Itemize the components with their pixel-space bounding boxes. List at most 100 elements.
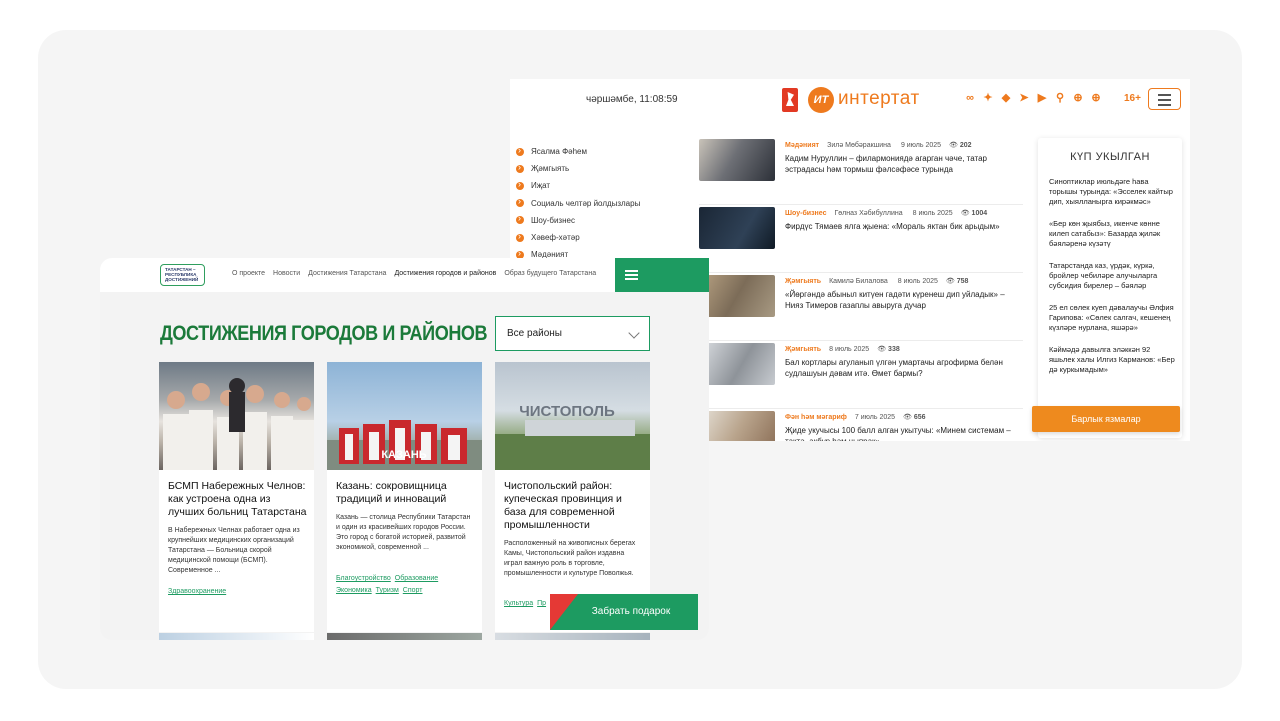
news-category[interactable]: Мәдәният — [785, 142, 819, 149]
tag-link[interactable]: Спорт — [403, 587, 423, 594]
news-item[interactable]: Җәмгыять 8 июль 2025 👁 338 Бал кортлары аг… — [699, 341, 1023, 409]
intertat-header: чәршәмбе, 11:08:59 ИТ интертат ∞ ✦ ◆ ➤ ▶… — [510, 79, 1190, 121]
news-views: 202 — [959, 142, 972, 149]
news-item[interactable]: Фән һәм мәгариф 7 июль 2025 👁 656 Җиде уку… — [699, 409, 1023, 441]
district-select[interactable]: Все районы — [495, 316, 650, 351]
card-image[interactable]: ЧИСТОПОЛЬ — [495, 362, 650, 470]
popular-item[interactable]: Кәймәдә давылга эләккән 92 яшьлек халы И… — [1049, 345, 1175, 375]
next-card-image[interactable] — [159, 633, 314, 640]
menu-button[interactable] — [1148, 88, 1181, 110]
nav-link-future[interactable]: Образ будущего Татарстана — [504, 270, 596, 277]
tatarstan-logo[interactable]: ТАТАРСТАН – РЕСПУБЛИКА ДОСТИЖЕНИЙ — [160, 264, 205, 286]
tatarstan-window: ТАТАРСТАН – РЕСПУБЛИКА ДОСТИЖЕНИЙ О прое… — [100, 258, 709, 640]
gift-button[interactable]: Забрать подарок — [550, 594, 698, 630]
nav-link-news[interactable]: Новости — [273, 270, 300, 277]
news-title[interactable]: Җиде укучысы 100 балл алган укытучы: «Ми… — [785, 426, 1021, 441]
achievement-card[interactable]: ЧИСТОПОЛЬ Чистопольский район: купеческа… — [495, 362, 650, 632]
news-author[interactable]: Зилә Мөбәракшина — [827, 142, 891, 149]
card-title[interactable]: Казань: сокровищница традиций и инноваци… — [336, 480, 476, 506]
news-thumbnail[interactable] — [699, 275, 775, 317]
news-item[interactable]: Шоу-бизнес Гөлназ Хәбибуллина 8 июль 2025 👁… — [699, 205, 1023, 273]
news-author[interactable]: Камилә Билалова — [829, 278, 888, 285]
menu-button[interactable] — [615, 258, 709, 292]
plus-icon[interactable]: ⊕ — [1072, 92, 1084, 104]
news-category[interactable]: Шоу-бизнес — [785, 210, 826, 217]
plus-icon[interactable]: ⊕ — [1090, 92, 1102, 104]
nav-item[interactable]: Социаль челтәр йолдызлары — [516, 195, 640, 212]
tag-link[interactable]: Здравоохранение — [168, 588, 226, 595]
next-card-image[interactable] — [327, 633, 482, 640]
news-thumbnail[interactable] — [699, 343, 775, 385]
tag-link[interactable]: Пр — [537, 600, 546, 607]
tag-link[interactable]: Культура — [504, 600, 533, 607]
menu-line — [625, 270, 638, 272]
kremlin-logo-icon[interactable] — [782, 88, 798, 112]
next-card-image[interactable] — [495, 633, 650, 640]
popular-heading: КҮП УКЫЛГАН — [1070, 151, 1150, 163]
news-meta: Җәмгыять Камилә Билалова 8 июль 2025 👁 758 — [785, 277, 968, 285]
card-image[interactable] — [159, 362, 314, 470]
popular-list: Синоптиклар июльдәге һава торышы турында… — [1049, 177, 1175, 387]
news-views: 1004 — [971, 210, 988, 217]
select-value: Все районы — [507, 328, 562, 339]
menu-line — [1158, 94, 1171, 96]
news-title[interactable]: Кадим Нуруллин – филармониядә агарган чә… — [785, 154, 1021, 175]
tag-link[interactable]: Туризм — [376, 587, 399, 594]
vk-icon[interactable]: ◆ — [1000, 92, 1012, 104]
tag-link[interactable]: Благоустройство — [336, 575, 391, 582]
achievement-card[interactable]: БСМП Набережных Челнов: как устроена одн… — [159, 362, 314, 632]
nav-link-achievements[interactable]: Достижения Татарстана — [308, 270, 386, 277]
popular-item[interactable]: Татарстанда каз, үрдәк, күркә, бройлер ч… — [1049, 261, 1175, 291]
news-thumbnail[interactable] — [699, 139, 775, 181]
tag-link[interactable]: Образование — [395, 575, 438, 582]
nav-link-cities[interactable]: Достижения городов и районов — [394, 270, 496, 277]
arrow-right-icon — [516, 231, 524, 242]
news-title[interactable]: Фирдүс Тямаев ялга җыена: «Мораль яктан … — [785, 222, 1021, 233]
intertat-logo-text[interactable]: интертат — [838, 88, 920, 110]
nav-item[interactable]: Җәмгыять — [516, 160, 640, 177]
binoculars-icon[interactable]: ∞ — [964, 92, 976, 104]
achievement-card[interactable]: КАЗАНЬ Казань: сокровищница традиций и и… — [327, 362, 482, 632]
news-thumbnail[interactable] — [699, 207, 775, 249]
chevron-down-icon — [628, 327, 640, 339]
main-nav: О проекте Новости Достижения Татарстана … — [232, 270, 596, 277]
nav-item[interactable]: Шоу-бизнес — [516, 212, 640, 229]
twitter-icon[interactable]: ✦ — [982, 92, 994, 104]
nav-item[interactable]: Иҗат — [516, 177, 640, 194]
eye-icon: 👁 — [945, 278, 955, 285]
news-title[interactable]: «Йөргәндә абыныл китүен гадәти күренеш д… — [785, 290, 1021, 311]
menu-line — [625, 278, 638, 280]
nav-link-about[interactable]: О проекте — [232, 270, 265, 277]
news-title[interactable]: Бал кортлары агуланып үлгән умартачы агр… — [785, 358, 1021, 379]
card-title[interactable]: Чистопольский район: купеческая провинци… — [504, 480, 644, 532]
popular-item[interactable]: Синоптиклар июльдәге һава торышы турында… — [1049, 177, 1175, 207]
news-thumbnail[interactable] — [699, 411, 775, 441]
popular-item[interactable]: «Бер көн җыябыз, икенче көнне килеп сата… — [1049, 219, 1175, 249]
news-item[interactable]: Җәмгыять Камилә Билалова 8 июль 2025 👁 758 … — [699, 273, 1023, 341]
ok-icon[interactable]: ⚲ — [1054, 92, 1066, 104]
logo-line: ДОСТИЖЕНИЙ — [165, 277, 199, 283]
news-author[interactable]: Гөлназ Хәбибуллина — [834, 210, 902, 217]
news-category[interactable]: Җәмгыять — [785, 346, 821, 353]
card-tags: Благоустройство Образование Экономика Тури… — [336, 573, 476, 597]
intertat-logo-circle[interactable]: ИТ — [808, 87, 834, 113]
news-meta: Шоу-бизнес Гөлназ Хәбибуллина 8 июль 2025 👁… — [785, 209, 987, 217]
news-category[interactable]: Фән һәм мәгариф — [785, 414, 847, 421]
telegram-icon[interactable]: ➤ — [1018, 92, 1030, 104]
youtube-icon[interactable]: ▶ — [1036, 92, 1048, 104]
arrow-right-icon — [516, 213, 524, 225]
nav-label: Шоу-бизнес — [531, 215, 575, 225]
nav-item[interactable]: Хәвеф-хәтәр — [516, 229, 640, 246]
card-title[interactable]: БСМП Набережных Челнов: как устроена одн… — [168, 480, 308, 519]
nav-item[interactable]: Ясалма Фәһем — [516, 143, 640, 160]
card-image[interactable]: КАЗАНЬ — [327, 362, 482, 470]
news-views: 338 — [888, 346, 900, 353]
menu-line — [1158, 104, 1171, 106]
eye-icon: 👁 — [949, 142, 958, 149]
news-item[interactable]: Мәдәният Зилә Мөбәракшина 9 июль 2025 👁 202… — [699, 137, 1023, 205]
all-articles-button[interactable]: Барлык язмалар — [1032, 406, 1180, 432]
kazan-sign-text: КАЗАНЬ — [381, 449, 426, 461]
news-category[interactable]: Җәмгыять — [785, 278, 821, 285]
tag-link[interactable]: Экономика — [336, 587, 372, 594]
popular-item[interactable]: 25 ел сөлек куеп дәвалаучы Әлфия Гарипов… — [1049, 303, 1175, 333]
